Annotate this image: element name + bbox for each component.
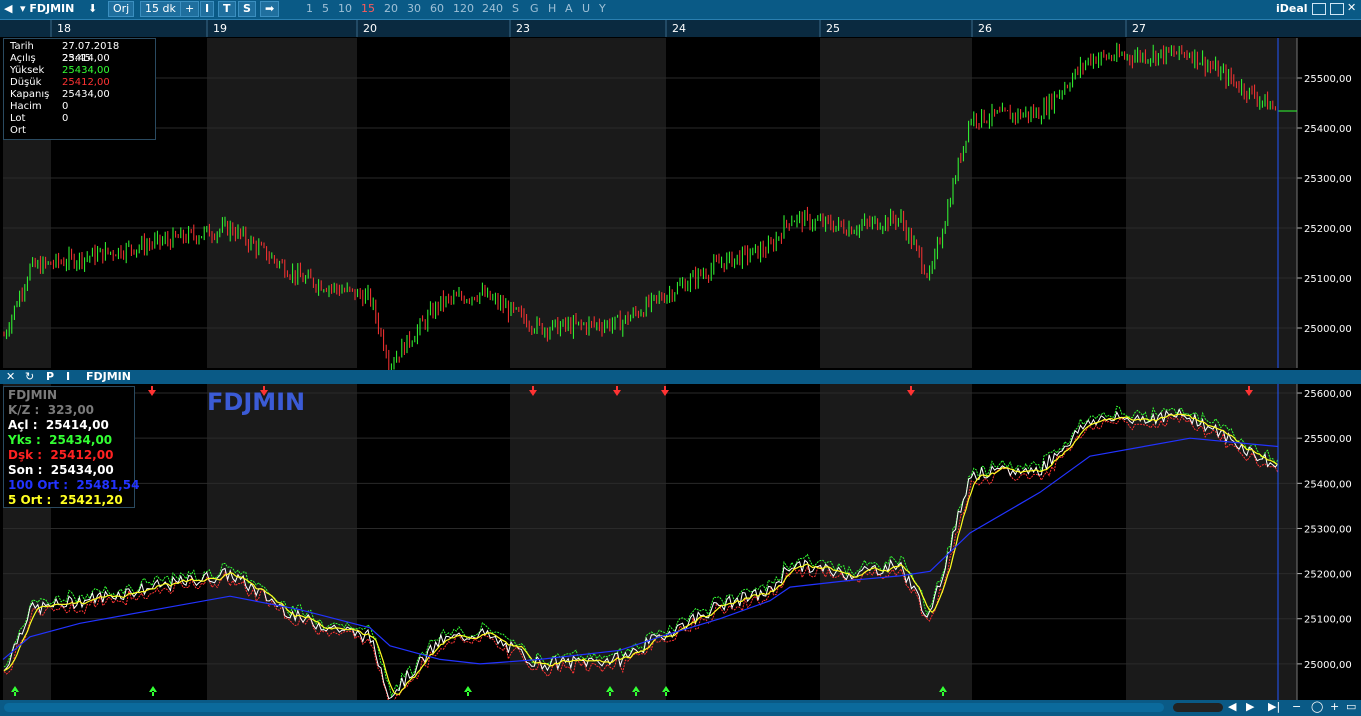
lower-panel-title: FDJMIN [207, 388, 306, 416]
lower-axis-label: 25200,00 [1304, 570, 1352, 581]
info-label: Kapanış [10, 89, 50, 100]
lower-axis-label: 25000,00 [1304, 660, 1352, 671]
scroll-right-icon[interactable]: ▶ [1246, 700, 1254, 714]
ohlc-info-box: Tarih 27.07.2018 23:45 Açılış 25414,00 Yükse… [3, 38, 156, 140]
lower-panel-header: ✕ ↻ P I FDJMIN [0, 370, 1361, 384]
p-button[interactable]: P [46, 370, 54, 384]
date-label: 18 [57, 22, 71, 35]
buy-signal-arrow [149, 686, 157, 696]
date-label: 25 [826, 22, 840, 35]
i-panel-button[interactable]: I [66, 370, 70, 384]
day-band [510, 38, 666, 368]
legend-row: K/Z : 323,00 [8, 403, 95, 417]
day-band [207, 38, 357, 368]
lower-axis-label: 25600,00 [1304, 389, 1352, 400]
legend-row: Yks : 25434,00 [8, 433, 113, 447]
date-label: 24 [672, 22, 686, 35]
day-band [820, 38, 972, 368]
zoom-icon[interactable]: ◯ [1311, 700, 1323, 714]
info-label: Tarih [10, 41, 34, 52]
zoom-in-icon[interactable]: + [1330, 700, 1339, 714]
legend-row: 5 Ort : 25421,20 [8, 493, 123, 507]
date-label: 23 [516, 22, 530, 35]
upper-axis-label: 25200,00 [1304, 224, 1352, 235]
lower-axis-label: 25100,00 [1304, 615, 1352, 626]
upper-axis-label: 25300,00 [1304, 174, 1352, 185]
day-band [820, 384, 972, 700]
date-label: 20 [363, 22, 377, 35]
info-label: Düşük [10, 77, 42, 88]
day-band [510, 384, 666, 700]
day-band [1126, 384, 1297, 700]
lower-axis-label: 25500,00 [1304, 434, 1352, 445]
info-value: 0 [62, 113, 69, 124]
legend-row: Dşk : 25412,00 [8, 448, 114, 462]
info-label: Yüksek [10, 65, 45, 76]
info-value: 25434,00 [62, 89, 110, 100]
date-label: 27 [1132, 22, 1146, 35]
indicator-legend: FDJMIN K/Z : 323,00 Açl : 25414,00 Yks : 25… [3, 386, 139, 508]
date-label: 26 [978, 22, 992, 35]
horizontal-scrollbar-thumb[interactable] [1173, 703, 1223, 712]
legend-row: Son : 25434,00 [8, 463, 114, 477]
date-label: 19 [213, 22, 227, 35]
legend-row: Açl : 25414,00 [8, 418, 109, 432]
info-value: 25434,00 [62, 65, 110, 76]
zoom-out-icon[interactable]: − [1292, 700, 1301, 714]
upper-axis-label: 25500,00 [1304, 74, 1352, 85]
info-label: Lot [10, 113, 26, 124]
panel-symbol-label: FDJMIN [86, 370, 131, 383]
info-value: 25414,00 [62, 53, 110, 64]
legend-row: 100 Ort : 25481,54 [8, 478, 140, 492]
day-band [1126, 38, 1297, 368]
close-panel-icon[interactable]: ✕ [6, 370, 15, 384]
refresh-icon[interactable]: ↻ [25, 370, 34, 384]
upper-axis-label: 25400,00 [1304, 124, 1352, 135]
info-label: Hacim [10, 101, 42, 112]
legend-row: FDJMIN [8, 388, 58, 402]
info-value: 0 [62, 101, 69, 112]
info-label: Ort [10, 125, 26, 136]
upper-axis-bg [1298, 38, 1361, 368]
lower-axis-label: 25300,00 [1304, 524, 1352, 535]
buy-signal-arrow [464, 686, 472, 696]
info-value: 25412,00 [62, 77, 110, 88]
lower-axis-bg [1298, 384, 1361, 700]
upper-axis-label: 25100,00 [1304, 274, 1352, 285]
upper-axis-label: 25000,00 [1304, 324, 1352, 335]
scroll-left-icon[interactable]: ◀ [1228, 700, 1236, 714]
horizontal-scrollbar-track[interactable] [4, 703, 1164, 712]
expand-icon[interactable]: ▭ [1346, 700, 1356, 714]
day-band [207, 384, 357, 700]
info-label: Açılış [10, 53, 36, 64]
bottom-scrollbar-bar: ◀ ▶ ▶| − ◯ + ▭ [0, 700, 1361, 716]
scroll-end-icon[interactable]: ▶| [1268, 700, 1280, 714]
lower-axis-label: 25400,00 [1304, 479, 1352, 490]
chart-canvas[interactable]: 18 19 20 23 24 25 26 27 25500,00 25400,00 25300,00… [0, 0, 1361, 716]
sell-signal-arrow [148, 386, 156, 396]
